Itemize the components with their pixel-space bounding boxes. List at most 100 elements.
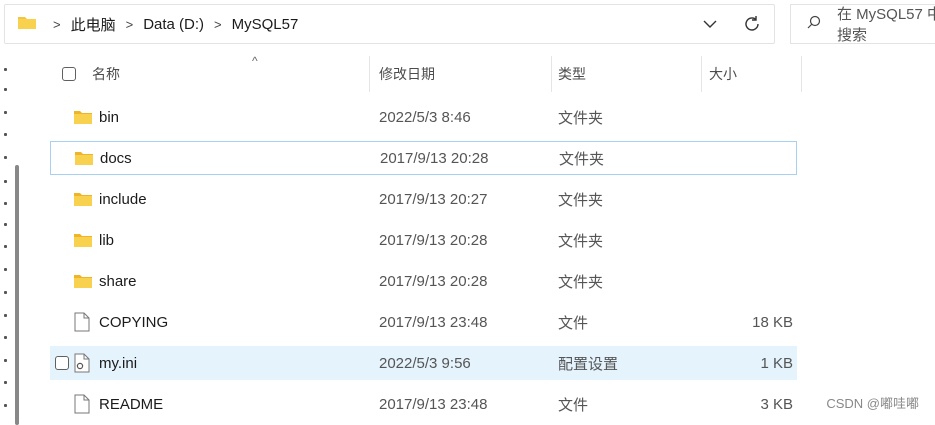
search-box[interactable]: 在 MySQL57 中搜索 <box>790 4 935 44</box>
file-name-cell: include <box>74 182 147 216</box>
file-name: share <box>99 272 137 290</box>
folder-icon <box>74 192 94 206</box>
column-header-size-label: 大小 <box>709 66 737 82</box>
nav-item-marker <box>4 223 7 226</box>
file-name-cell: share <box>74 264 137 298</box>
file-size: 3 KB <box>760 395 793 413</box>
file-row[interactable]: COPYING 2017/9/13 23:48 文件 18 KB <box>50 305 797 339</box>
file-type: 文件夹 <box>558 109 604 127</box>
file-name: bin <box>99 108 120 126</box>
nav-item-marker <box>4 359 7 362</box>
file-type: 配置设置 <box>558 355 619 373</box>
file-row[interactable]: docs 2017/9/13 20:28 文件夹 <box>50 141 797 175</box>
column-header-size[interactable]: 大小 <box>709 56 799 92</box>
file-date: 2017/9/13 20:28 <box>379 272 488 290</box>
file-type: 文件夹 <box>559 150 605 168</box>
file-name-cell: docs <box>75 141 132 175</box>
chevron-right-icon[interactable]: > <box>214 17 222 32</box>
row-checkbox[interactable] <box>55 346 69 380</box>
file-row[interactable]: include 2017/9/13 20:27 文件夹 <box>50 182 797 216</box>
nav-item-marker <box>4 111 7 114</box>
address-history-dropdown[interactable] <box>690 19 730 29</box>
file-name: docs <box>100 149 132 167</box>
search-placeholder: 在 MySQL57 中搜索 <box>837 6 935 44</box>
nav-item-marker <box>4 291 7 294</box>
file-name-cell: my.ini <box>74 346 137 380</box>
address-bar[interactable]: > 此电脑 > Data (D:) > MySQL57 <box>4 4 775 44</box>
breadcrumb-data-drive[interactable]: Data (D:) <box>143 16 204 33</box>
folder-icon <box>74 110 94 124</box>
file-date: 2017/9/13 23:48 <box>379 395 488 413</box>
file-name: COPYING <box>99 313 169 331</box>
nav-item-marker <box>4 314 7 317</box>
column-header-name-label: 名称 <box>92 66 120 82</box>
file-date: 2017/9/13 23:48 <box>379 313 488 331</box>
chevron-right-icon[interactable]: > <box>53 17 61 32</box>
nav-item-marker <box>4 268 7 271</box>
nav-item-marker <box>4 381 7 384</box>
nav-item-marker <box>4 180 7 183</box>
column-header-type-label: 类型 <box>558 66 586 82</box>
file-icon <box>74 394 94 414</box>
column-header-type[interactable]: 类型 <box>558 56 698 92</box>
column-divider[interactable] <box>801 56 802 92</box>
file-row[interactable]: lib 2017/9/13 20:28 文件夹 <box>50 223 797 257</box>
file-name-cell: README <box>74 387 163 421</box>
file-name: include <box>99 190 147 208</box>
chevron-right-icon[interactable]: > <box>126 17 134 32</box>
file-row[interactable]: bin 2022/5/3 8:46 文件夹 <box>50 100 797 134</box>
file-name-cell: lib <box>74 223 114 257</box>
search-icon <box>807 15 821 33</box>
column-header-row: 名称 ^ 修改日期 类型 大小 <box>50 54 802 92</box>
file-name: my.ini <box>99 354 138 372</box>
file-type: 文件夹 <box>558 191 604 209</box>
file-row[interactable]: README 2017/9/13 23:48 文件 3 KB <box>50 387 797 421</box>
watermark: CSDN @嘟哇嘟 <box>826 396 919 411</box>
column-divider[interactable] <box>701 56 702 92</box>
breadcrumb-this-pc[interactable]: 此电脑 <box>71 14 116 35</box>
column-divider[interactable] <box>369 56 370 92</box>
file-date: 2017/9/13 20:28 <box>379 231 488 249</box>
settings-file-icon <box>74 353 94 373</box>
select-all-checkbox[interactable] <box>62 56 76 92</box>
column-header-name[interactable]: 名称 ^ <box>92 54 362 92</box>
file-type: 文件夹 <box>558 232 604 250</box>
file-type: 文件 <box>558 396 589 414</box>
file-date: 2022/5/3 8:46 <box>379 108 471 126</box>
refresh-icon[interactable] <box>730 15 774 33</box>
file-name: lib <box>99 231 115 249</box>
column-divider[interactable] <box>551 56 552 92</box>
navigation-pane-edge <box>0 55 22 425</box>
file-date: 2022/5/3 9:56 <box>379 354 471 372</box>
breadcrumb: > 此电脑 > Data (D:) > MySQL57 <box>43 14 298 35</box>
file-size: 18 KB <box>752 313 793 331</box>
folder-icon <box>75 151 95 165</box>
column-header-date[interactable]: 修改日期 <box>379 56 549 92</box>
nav-item-marker <box>4 336 7 339</box>
column-header-date-label: 修改日期 <box>379 66 435 82</box>
file-row[interactable]: my.ini 2022/5/3 9:56 配置设置 1 KB <box>50 346 797 380</box>
sort-ascending-icon: ^ <box>252 54 258 68</box>
folder-icon <box>74 233 94 247</box>
file-type: 文件夹 <box>558 273 604 291</box>
file-date: 2017/9/13 20:27 <box>379 190 488 208</box>
file-name-cell: COPYING <box>74 305 168 339</box>
nav-item-marker <box>4 202 7 205</box>
folder-icon <box>17 14 37 34</box>
nav-item-marker <box>4 68 7 71</box>
nav-item-marker <box>4 404 7 407</box>
file-icon <box>74 312 94 332</box>
file-type: 文件 <box>558 314 589 332</box>
breadcrumb-mysql57[interactable]: MySQL57 <box>232 16 299 33</box>
file-name: README <box>99 395 164 413</box>
nav-item-marker <box>4 156 7 159</box>
nav-item-marker <box>4 245 7 248</box>
folder-icon <box>74 274 94 288</box>
nav-item-marker <box>4 88 7 91</box>
nav-item-marker <box>4 133 7 136</box>
file-size: 1 KB <box>760 354 793 372</box>
nav-scrollbar[interactable] <box>15 165 19 425</box>
file-name-cell: bin <box>74 100 119 134</box>
file-row[interactable]: share 2017/9/13 20:28 文件夹 <box>50 264 797 298</box>
file-date: 2017/9/13 20:28 <box>380 149 489 167</box>
